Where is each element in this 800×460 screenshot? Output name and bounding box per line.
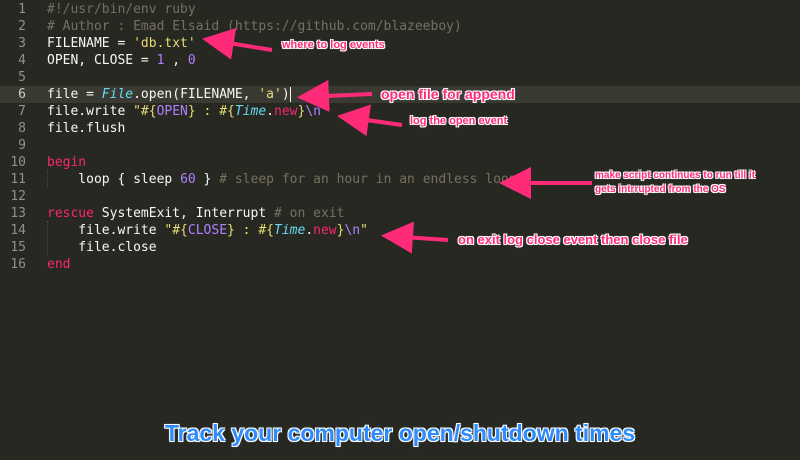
annotation-loop-1: make script continues to run till it — [595, 170, 756, 181]
annotation-arrows — [202, 28, 592, 254]
annotation-log-open: log the open event — [410, 115, 508, 127]
annotation-on-exit: on exit log close event then close file — [458, 232, 688, 247]
caption-title: Track your computer open/shutdown times — [164, 420, 636, 446]
annotation-loop-2: gets intrrupted from the OS — [595, 184, 726, 195]
arrow-open-append — [297, 79, 373, 112]
annotation-log-events: where to log events — [282, 39, 385, 51]
arrow-on-exit — [381, 221, 449, 254]
annotation-open-append: open file for append — [381, 86, 515, 102]
arrow-log-open — [337, 104, 403, 137]
arrow-filename — [202, 28, 273, 60]
